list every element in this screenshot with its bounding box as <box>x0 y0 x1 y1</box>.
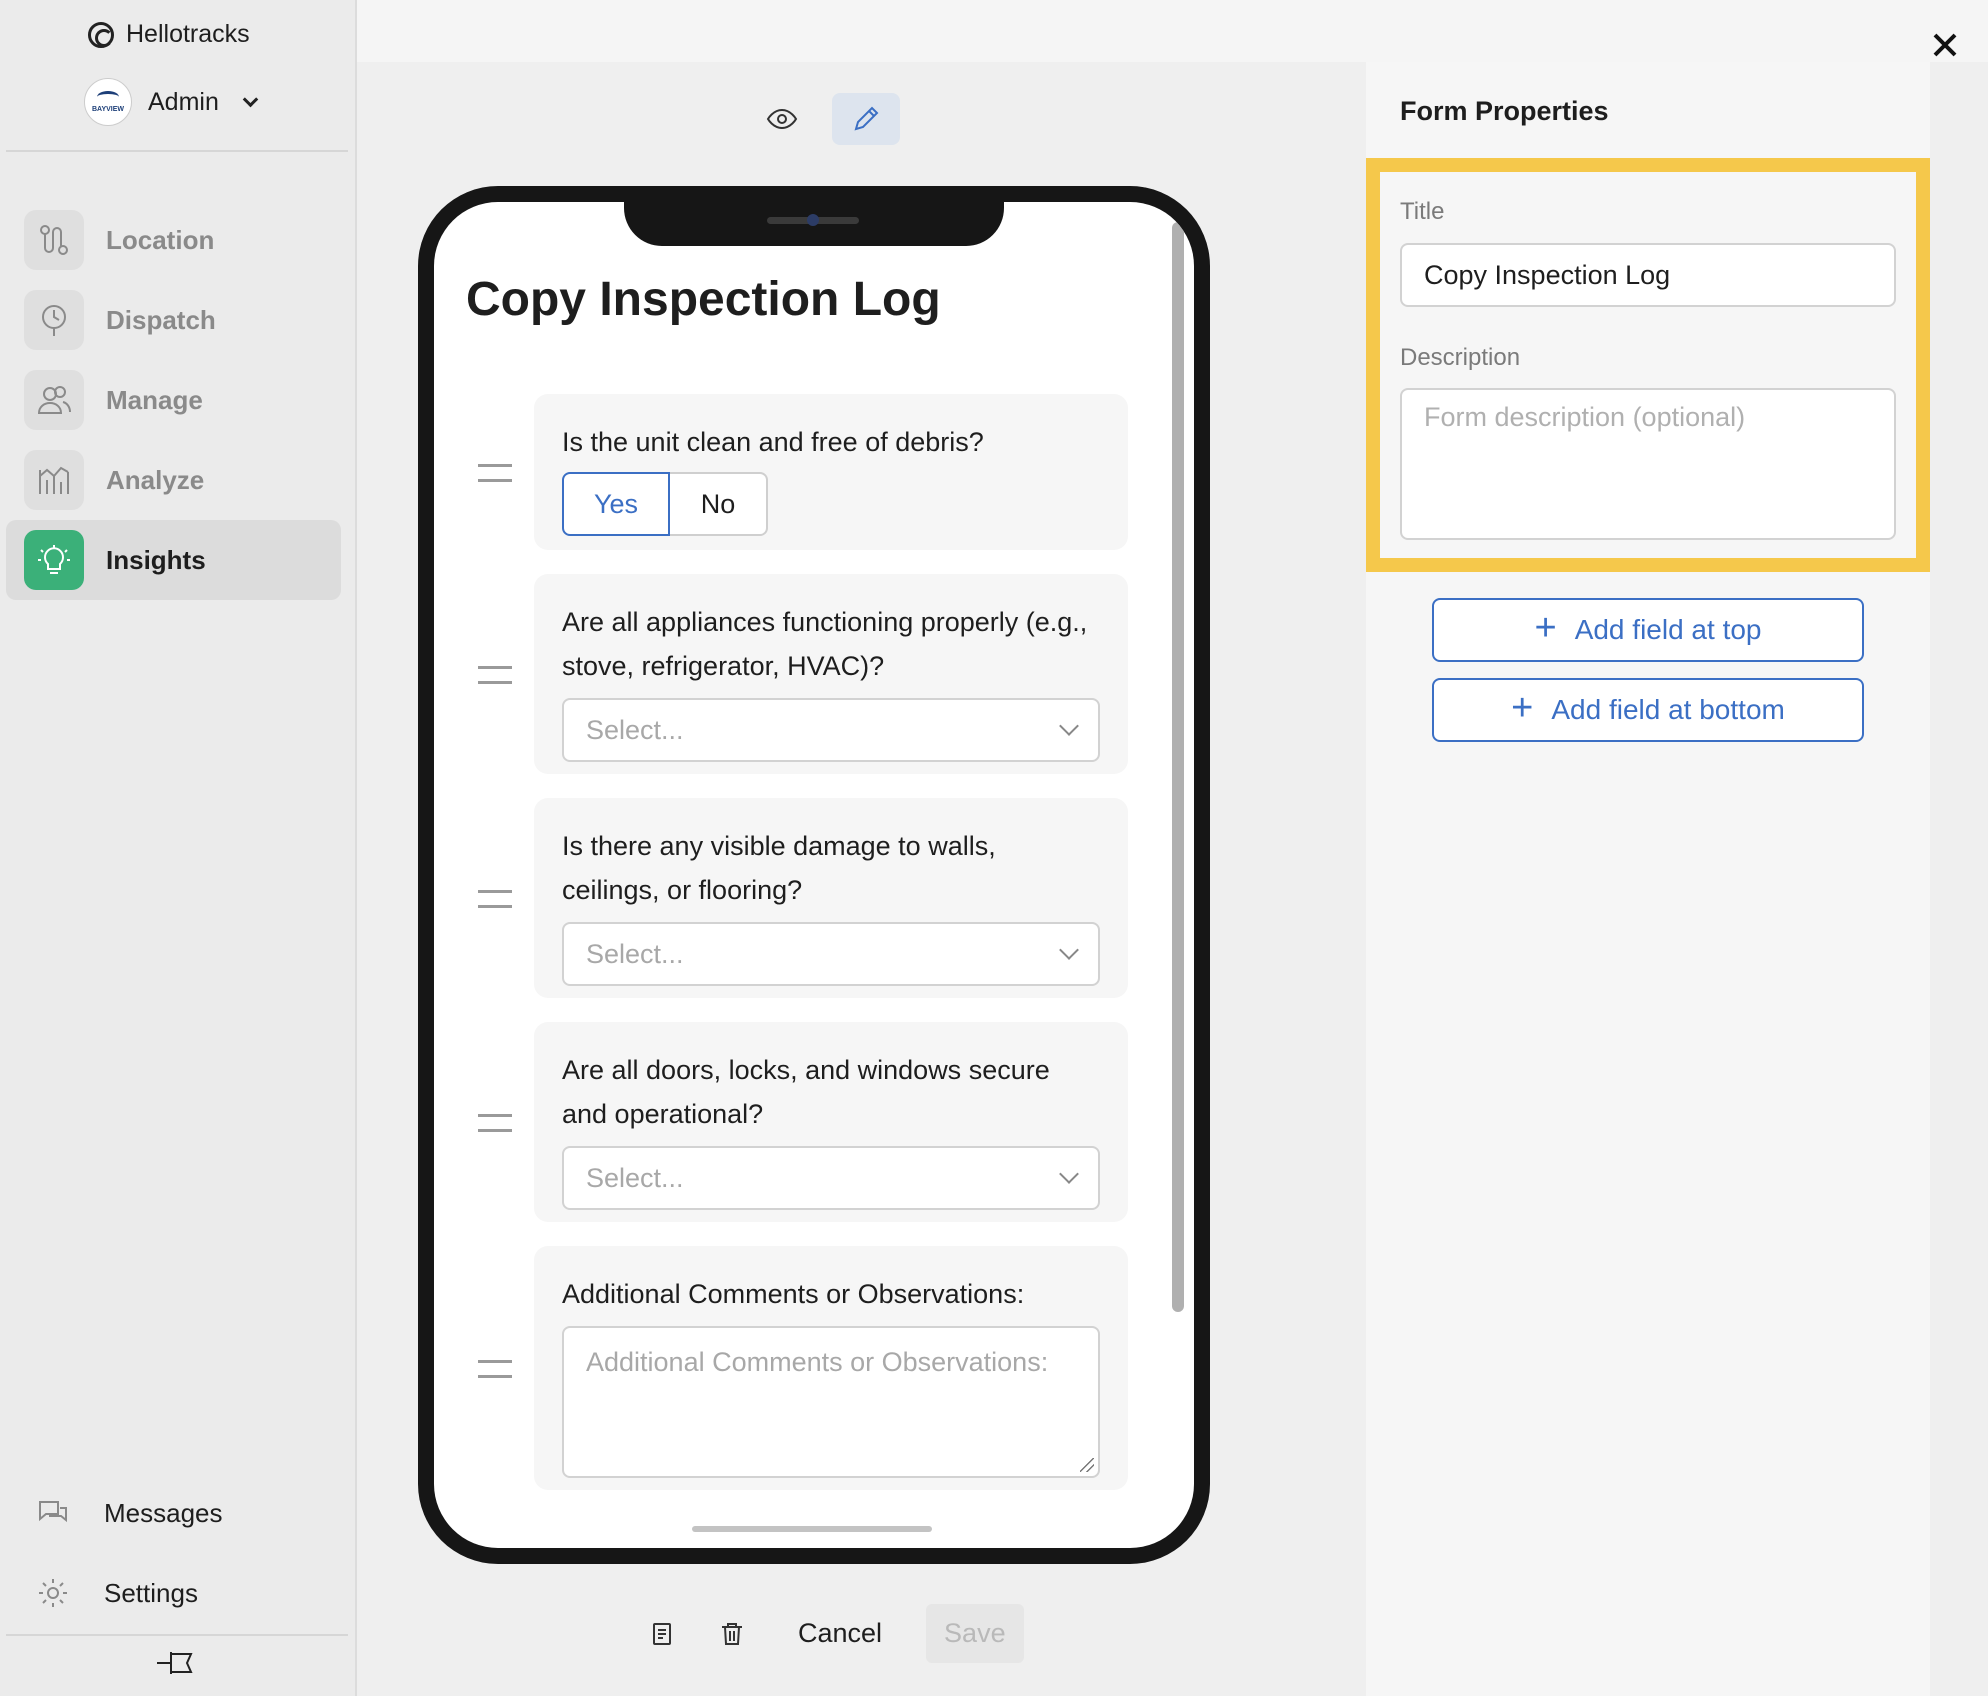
sidebar-item-label: Messages <box>104 1497 223 1528</box>
sidebar-item-insights[interactable]: Insights <box>6 520 341 600</box>
question-label: Is there any visible damage to walls, ce… <box>562 831 996 905</box>
cancel-button[interactable]: Cancel <box>780 1608 900 1659</box>
delete-button[interactable] <box>710 1612 754 1656</box>
title-label: Title <box>1400 198 1445 225</box>
chevron-down-icon <box>1059 1164 1079 1184</box>
analyze-chart-icon <box>24 450 84 510</box>
sidebar-item-dispatch[interactable]: Dispatch <box>6 280 341 360</box>
sidebar-item-label: Insights <box>106 544 206 575</box>
sidebar-item-label: Settings <box>104 1577 198 1608</box>
pencil-icon <box>854 106 879 131</box>
hellotracks-logo-icon <box>88 21 114 48</box>
add-field-bottom-label: Add field at bottom <box>1551 694 1785 725</box>
form-title: Copy Inspection Log <box>466 273 941 326</box>
resize-grip-icon[interactable] <box>1080 1458 1094 1472</box>
drag-handle-icon[interactable] <box>478 464 512 482</box>
drag-handle-icon[interactable] <box>478 1360 512 1378</box>
phone-screen: Copy Inspection Log Is the unit clean an… <box>434 202 1194 1548</box>
sidebar-item-analyze[interactable]: Analyze <box>6 440 341 520</box>
title-input-value: Copy Inspection Log <box>1424 259 1671 290</box>
location-route-icon <box>24 210 84 270</box>
panel-title: Form Properties <box>1400 96 1609 126</box>
scrollbar[interactable] <box>1172 222 1184 1312</box>
question-label: Are all appliances functioning properly … <box>562 607 1088 681</box>
question-card[interactable]: Is the unit clean and free of debris? Ye… <box>534 394 1128 550</box>
question-label: Additional Comments or Observations: <box>562 1279 1025 1309</box>
brand-name: Hellotracks <box>126 20 250 48</box>
brand[interactable]: Hellotracks <box>88 20 250 49</box>
chevron-down-icon <box>242 91 259 107</box>
phone-camera <box>807 214 819 226</box>
drag-handle-icon[interactable] <box>478 890 512 908</box>
sidebar-item-messages[interactable]: Messages <box>36 1496 223 1530</box>
comments-textarea[interactable]: Additional Comments or Observations: <box>562 1326 1100 1478</box>
editor-actions: Cancel Save <box>640 1604 1024 1663</box>
add-field-top-label: Add field at top <box>1574 614 1762 645</box>
question-label: Are all doors, locks, and windows secure… <box>562 1055 1050 1129</box>
sidebar-item-label: Dispatch <box>106 304 216 335</box>
account-switcher[interactable]: BAYVIEW Admin <box>84 78 259 126</box>
sidebar-item-label: Location <box>106 224 215 255</box>
settings-gear-icon <box>39 1579 67 1607</box>
form-properties-panel: Form Properties Title Copy Inspection Lo… <box>1366 62 1930 1696</box>
yes-no-toggle: Yes No <box>562 472 1100 536</box>
sidebar: Hellotracks BAYVIEW Admin Location Dispa… <box>0 0 357 1696</box>
edit-button[interactable] <box>832 93 900 145</box>
sidebar-item-label: Analyze <box>106 464 205 495</box>
eye-icon <box>766 108 798 130</box>
title-input[interactable]: Copy Inspection Log <box>1400 243 1896 307</box>
view-mode-toggle <box>748 93 900 145</box>
avatar-text: BAYVIEW <box>91 106 125 113</box>
sidebar-divider <box>6 1634 348 1636</box>
question-label: Is the unit clean and free of debris? <box>562 427 984 457</box>
answer-select[interactable]: Select... <box>562 1146 1100 1210</box>
description-input[interactable]: Form description (optional) <box>1400 388 1896 540</box>
question-card[interactable]: Are all appliances functioning properly … <box>534 574 1128 774</box>
avatar-logo-icon <box>97 91 119 103</box>
question-card[interactable]: Additional Comments or Observations: Add… <box>534 1246 1128 1490</box>
duplicate-button[interactable] <box>640 1612 684 1656</box>
chevron-down-icon <box>1059 716 1079 736</box>
preview-button[interactable] <box>748 93 816 145</box>
select-placeholder: Select... <box>586 938 684 969</box>
document-icon <box>653 1622 671 1645</box>
insights-bulb-icon <box>24 530 84 590</box>
textarea-placeholder: Additional Comments or Observations: <box>586 1347 1049 1377</box>
close-icon[interactable] <box>1928 28 1962 62</box>
dispatch-clock-icon <box>24 290 84 350</box>
home-indicator <box>692 1526 932 1532</box>
select-placeholder: Select... <box>586 714 684 745</box>
avatar: BAYVIEW <box>84 78 132 126</box>
plus-icon: + <box>1511 687 1534 729</box>
trash-icon <box>722 1622 742 1645</box>
phone-notch <box>624 202 1004 246</box>
answer-select[interactable]: Select... <box>562 922 1100 986</box>
pin-sidebar-icon[interactable] <box>155 1648 197 1678</box>
yes-option[interactable]: Yes <box>562 472 670 536</box>
add-field-top-button[interactable]: + Add field at top <box>1432 598 1864 662</box>
question-card[interactable]: Are all doors, locks, and windows secure… <box>534 1022 1128 1222</box>
question-card[interactable]: Is there any visible damage to walls, ce… <box>534 798 1128 998</box>
sidebar-item-manage[interactable]: Manage <box>6 360 341 440</box>
sidebar-item-label: Manage <box>106 384 203 415</box>
account-name: Admin <box>148 87 219 116</box>
top-bar <box>357 0 1988 62</box>
description-placeholder: Form description (optional) <box>1424 402 1746 432</box>
save-button[interactable]: Save <box>926 1604 1024 1663</box>
answer-select[interactable]: Select... <box>562 698 1100 762</box>
messages-icon <box>39 1501 67 1523</box>
plus-icon: + <box>1534 607 1557 649</box>
select-placeholder: Select... <box>586 1162 684 1193</box>
chevron-down-icon <box>1059 940 1079 960</box>
add-field-bottom-button[interactable]: + Add field at bottom <box>1432 678 1864 742</box>
phone-preview: Copy Inspection Log Is the unit clean an… <box>418 186 1210 1564</box>
drag-handle-icon[interactable] <box>478 666 512 684</box>
drag-handle-icon[interactable] <box>478 1114 512 1132</box>
sidebar-item-settings[interactable]: Settings <box>36 1576 198 1610</box>
sidebar-item-location[interactable]: Location <box>6 200 341 280</box>
manage-users-icon <box>24 370 84 430</box>
description-label: Description <box>1400 344 1521 371</box>
no-option[interactable]: No <box>670 472 768 536</box>
sidebar-divider <box>6 150 348 152</box>
